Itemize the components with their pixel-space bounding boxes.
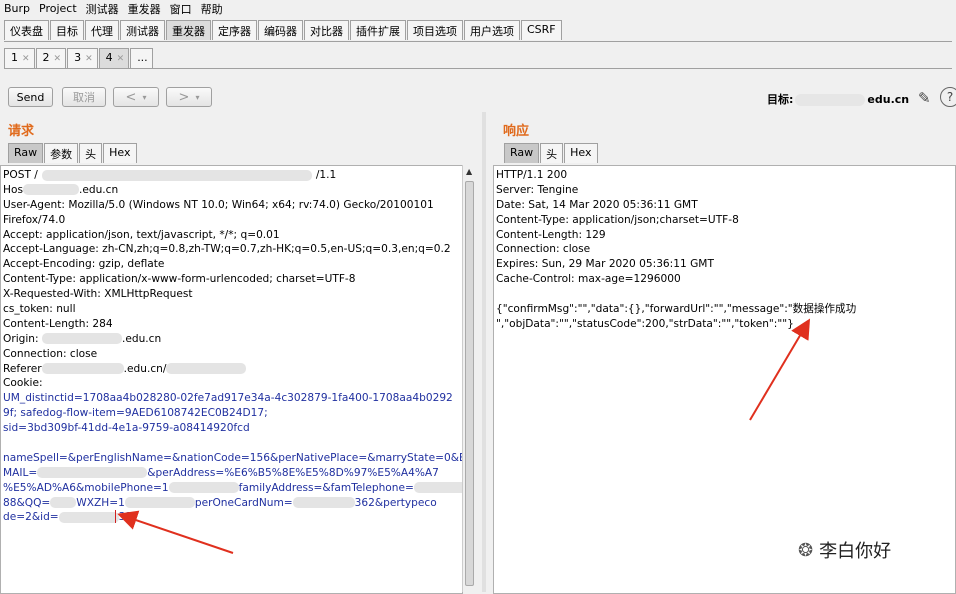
watermark: ❂ 李白你好 (798, 537, 891, 563)
annotation-arrows (117, 318, 811, 554)
arrow-to-id-param (117, 510, 234, 554)
arrow-to-success-message (749, 318, 811, 421)
watermark-text: 李白你好 (819, 541, 892, 562)
wechat-icon: ❂ (798, 539, 814, 561)
